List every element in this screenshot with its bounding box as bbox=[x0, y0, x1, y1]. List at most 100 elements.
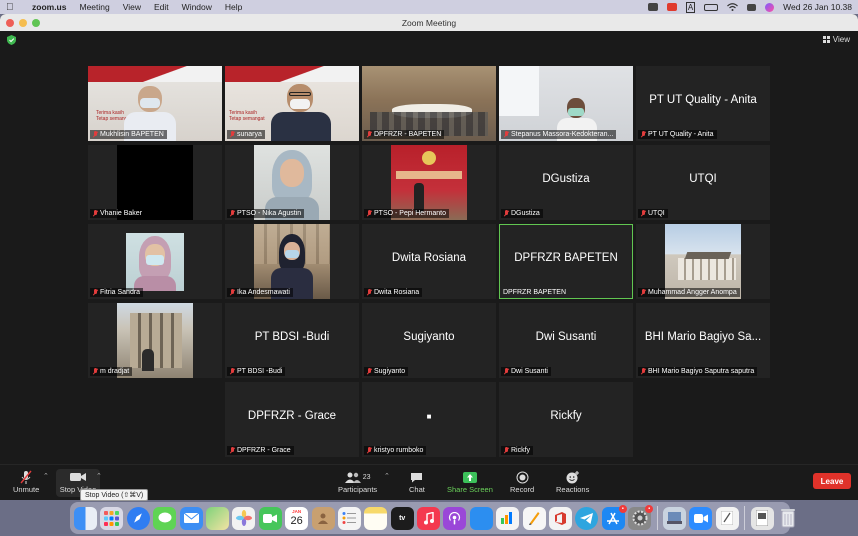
participant-tile[interactable]: DPFRZR - BAPETEN bbox=[362, 66, 496, 141]
participant-tile[interactable]: UTQI UTQI bbox=[636, 145, 770, 220]
dock-separator bbox=[656, 506, 658, 530]
document-icon[interactable] bbox=[750, 506, 774, 530]
participant-tile[interactable]: Rickfy Rickfy bbox=[499, 382, 633, 457]
minimize-window-button[interactable] bbox=[19, 19, 27, 27]
participant-tile[interactable]: PT BDSI -Budi PT BDSI -Budi bbox=[225, 303, 359, 378]
video-options-chevron-icon[interactable]: ⌃ bbox=[96, 472, 102, 480]
textedit-icon[interactable] bbox=[715, 506, 739, 530]
messages-icon[interactable] bbox=[153, 506, 177, 530]
mic-muted-icon bbox=[503, 368, 509, 375]
appstore-alt-icon[interactable] bbox=[469, 506, 493, 530]
safari-icon[interactable] bbox=[126, 506, 150, 530]
trash-icon[interactable] bbox=[777, 507, 800, 530]
participant-tile[interactable]: BHI Mario Bagiyo Sa... BHI Mario Bagiyo … bbox=[636, 303, 770, 378]
appstore-icon[interactable]: • bbox=[601, 504, 627, 530]
participant-tile[interactable]: m dradjat bbox=[88, 303, 222, 378]
zoom-icon[interactable] bbox=[689, 506, 713, 530]
participant-tile[interactable]: DGustiza DGustiza bbox=[499, 145, 633, 220]
participant-display-name: UTQI bbox=[689, 173, 717, 185]
appletv-icon[interactable]: tv bbox=[390, 506, 414, 530]
wifi-icon[interactable] bbox=[727, 3, 739, 11]
active-speaker-tile[interactable]: DPFRZR BAPETEN DPFRZR BAPETEN bbox=[499, 224, 633, 299]
preview-icon[interactable] bbox=[662, 506, 686, 530]
participant-name-label: UTQI bbox=[638, 209, 668, 218]
participant-tile[interactable]: Muhammad Angger Anompa bbox=[636, 224, 770, 299]
fullscreen-window-button[interactable] bbox=[32, 19, 40, 27]
participant-tile[interactable]: PT UT Quality - Anita PT UT Quality - An… bbox=[636, 66, 770, 141]
system-preferences-icon[interactable]: • bbox=[628, 504, 654, 530]
participant-name-label: DPFRZR - BAPETEN bbox=[364, 130, 445, 139]
leave-button[interactable]: Leave bbox=[813, 473, 851, 489]
person-mask bbox=[140, 98, 160, 108]
participant-tile[interactable]: Dwi Susanti Dwi Susanti bbox=[499, 303, 633, 378]
notes-icon[interactable] bbox=[364, 506, 388, 530]
zoom-icon[interactable] bbox=[647, 3, 658, 11]
maps-icon[interactable] bbox=[205, 506, 229, 530]
contacts-icon[interactable] bbox=[311, 506, 335, 530]
apple-menu-icon[interactable]:  bbox=[6, 2, 20, 13]
stage-banner-text bbox=[396, 171, 462, 179]
telegram-icon[interactable] bbox=[575, 506, 599, 530]
mail-icon[interactable] bbox=[179, 506, 203, 530]
launchpad-icon[interactable] bbox=[100, 506, 124, 530]
photos-icon[interactable] bbox=[232, 506, 256, 530]
encryption-shield-icon[interactable] bbox=[7, 35, 16, 45]
share-screen-button[interactable]: Share Screen bbox=[447, 469, 493, 494]
record-button[interactable]: Record bbox=[510, 469, 534, 494]
reactions-button[interactable]: Reactions bbox=[556, 469, 589, 494]
notification-badge-icon: • bbox=[645, 504, 654, 513]
title-bar: Zoom Meeting bbox=[0, 14, 858, 31]
numbers-icon[interactable] bbox=[496, 506, 520, 530]
mic-muted-icon bbox=[640, 368, 646, 375]
participant-tile[interactable]: PTSO - Nika Agustin bbox=[225, 145, 359, 220]
menu-meeting[interactable]: Meeting bbox=[79, 2, 109, 12]
audio-options-chevron-icon[interactable]: ⌃ bbox=[43, 472, 49, 480]
participant-name-label: DPFRZR BAPETEN bbox=[503, 289, 567, 296]
participant-tile[interactable]: Terima kasih Tetap semangat Mukhlisin BA… bbox=[88, 66, 222, 141]
control-center-icon[interactable] bbox=[747, 3, 757, 11]
participants-button[interactable]: 23 Participants bbox=[338, 469, 377, 494]
participant-tile[interactable]: Fitria Sandra bbox=[88, 224, 222, 299]
building bbox=[678, 258, 736, 280]
participants-icon: 23 bbox=[344, 469, 370, 485]
participant-tile[interactable]: Stepanus Massora-Kedokteran... bbox=[499, 66, 633, 141]
participant-tile[interactable]: ■ kristyo rumboko bbox=[362, 382, 496, 457]
calendar-day: 26 bbox=[290, 515, 303, 527]
view-button[interactable]: View bbox=[822, 35, 850, 44]
participant-tile[interactable]: Dwita Rosiana Dwita Rosiana bbox=[362, 224, 496, 299]
participant-tile[interactable]: PTSO - Pepi Hermanto bbox=[362, 145, 496, 220]
menu-edit[interactable]: Edit bbox=[154, 2, 169, 12]
building-roof bbox=[684, 252, 732, 259]
music-icon[interactable] bbox=[417, 506, 441, 530]
participant-name-label: PTSO - Pepi Hermanto bbox=[364, 209, 449, 218]
calendar-icon[interactable]: JAN 26 bbox=[285, 506, 309, 530]
clock[interactable]: Wed 26 Jan 10.38 bbox=[783, 2, 852, 12]
participant-tile[interactable]: Vhanie Baker bbox=[88, 145, 222, 220]
pages-icon[interactable] bbox=[522, 506, 546, 530]
recording-icon[interactable] bbox=[666, 3, 677, 11]
participant-tile[interactable]: Sugiyanto Sugiyanto bbox=[362, 303, 496, 378]
participants-chevron-icon[interactable]: ⌃ bbox=[384, 472, 390, 480]
finder-icon[interactable] bbox=[74, 506, 97, 530]
unmute-button[interactable]: Unmute bbox=[13, 469, 39, 494]
chat-button[interactable]: Chat bbox=[409, 469, 425, 494]
facetime-icon[interactable] bbox=[258, 506, 282, 530]
text-input-icon[interactable]: A bbox=[685, 1, 696, 13]
participant-tile[interactable]: DPFRZR - Grace DPFRZR - Grace bbox=[225, 382, 359, 457]
menu-view[interactable]: View bbox=[123, 2, 141, 12]
siri-icon[interactable] bbox=[765, 2, 775, 12]
participant-display-name: Sugiyanto bbox=[403, 331, 455, 343]
gallery-view: Terima kasih Tetap semangat Mukhlisin BA… bbox=[0, 49, 858, 464]
mic-muted-icon bbox=[229, 131, 235, 138]
menu-app-name[interactable]: zoom.us bbox=[32, 2, 66, 12]
menu-window[interactable]: Window bbox=[182, 2, 212, 12]
participant-tile[interactable]: Ika Andesmawati bbox=[225, 224, 359, 299]
podcasts-icon[interactable] bbox=[443, 506, 467, 530]
menu-help[interactable]: Help bbox=[225, 2, 242, 12]
office-icon[interactable] bbox=[549, 506, 573, 530]
battery-icon[interactable] bbox=[704, 3, 719, 11]
participant-tile[interactable]: Terima kasih Tetap semangat sunarya bbox=[225, 66, 359, 141]
reminders-icon[interactable] bbox=[337, 506, 361, 530]
close-window-button[interactable] bbox=[6, 19, 14, 27]
participant-name-label: sunarya bbox=[227, 130, 265, 139]
